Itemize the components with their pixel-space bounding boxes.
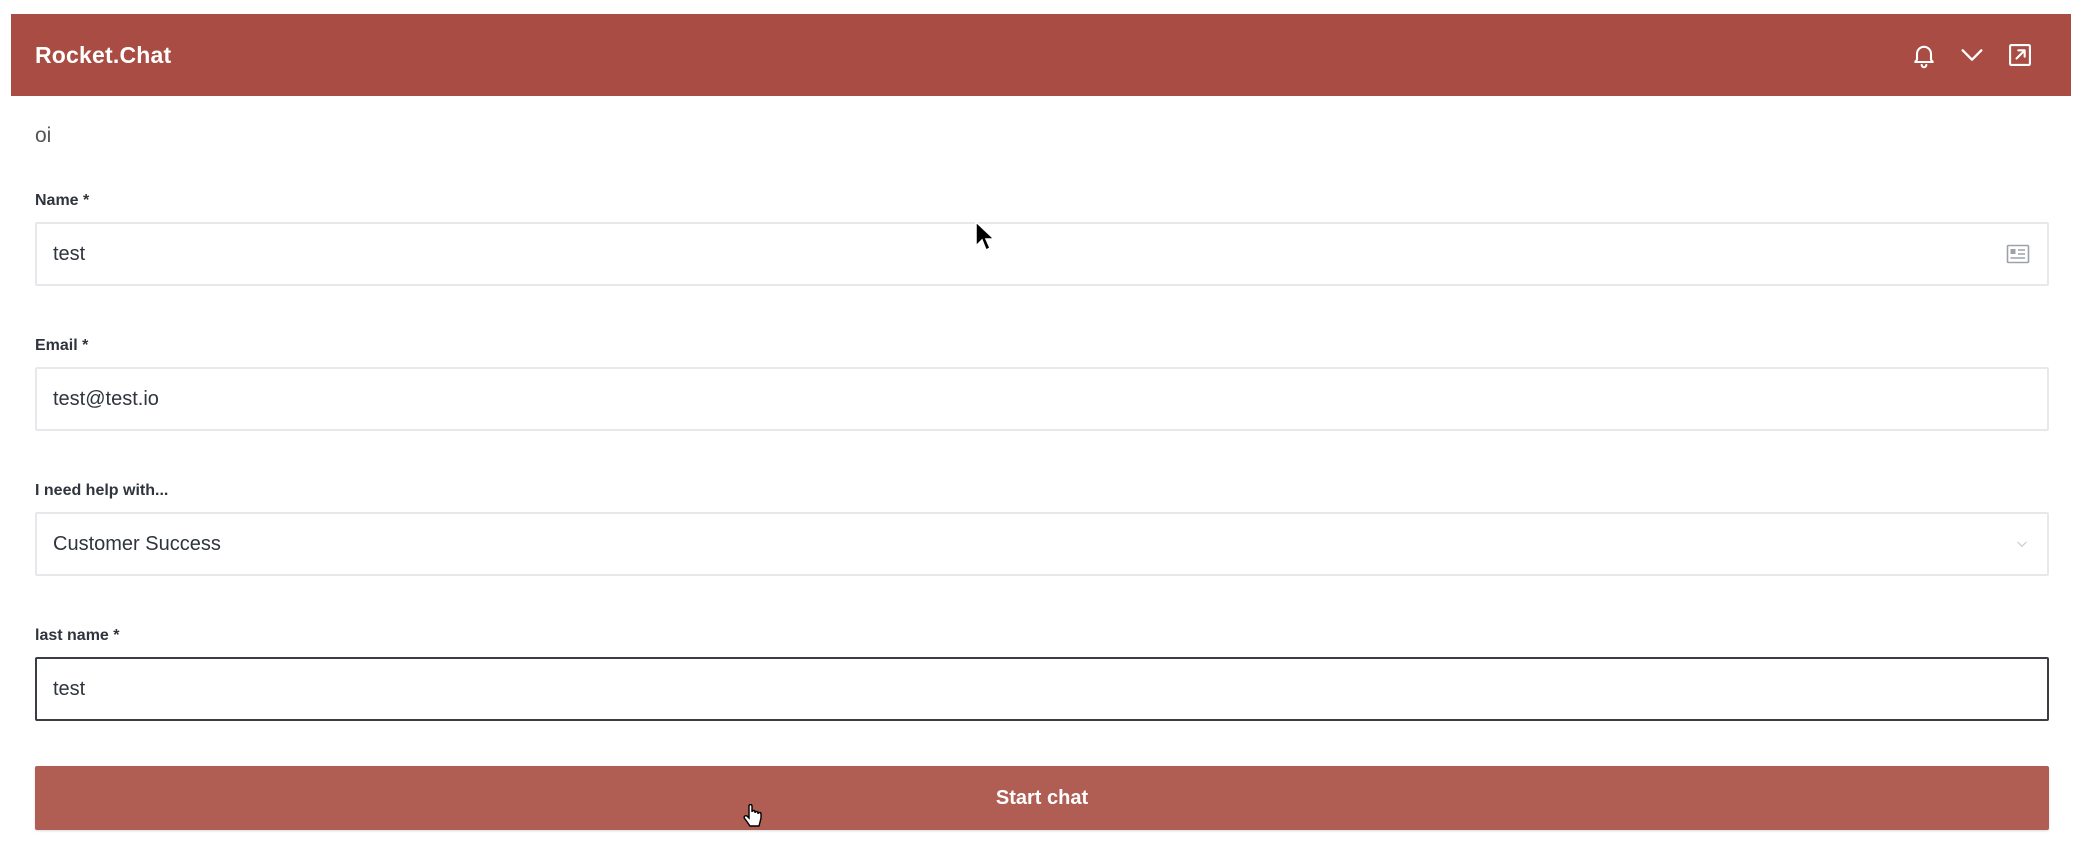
livechat-widget: Rocket.Chat oi Name * test Email * test@…	[11, 14, 2071, 846]
name-field[interactable]: test	[35, 222, 2049, 286]
email-value: test@test.io	[53, 387, 159, 410]
widget-title: Rocket.Chat	[35, 41, 172, 68]
widget-header: Rocket.Chat	[11, 14, 2071, 96]
department-value: Customer Success	[53, 532, 221, 555]
last-name-field[interactable]: test	[35, 657, 2049, 721]
email-label: Email *	[35, 337, 89, 354]
last-name-label: last name *	[35, 627, 120, 644]
department-select[interactable]: Customer Success	[35, 512, 2049, 576]
pop-out-icon[interactable]	[2003, 38, 2037, 72]
department-label: I need help with...	[35, 482, 169, 499]
email-field[interactable]: test@test.io	[35, 367, 2049, 431]
header-actions	[1907, 38, 2047, 72]
name-label: Name *	[35, 192, 90, 209]
last-name-value: test	[53, 677, 86, 700]
contact-card-icon[interactable]	[2005, 243, 2031, 265]
name-value: test	[53, 242, 86, 265]
intro-text: oi	[35, 124, 52, 147]
select-chevron-icon	[2013, 535, 2031, 553]
bell-icon[interactable]	[1907, 38, 1941, 72]
start-chat-button[interactable]: Start chat	[35, 766, 2049, 830]
chevron-down-icon[interactable]	[1955, 38, 1989, 72]
